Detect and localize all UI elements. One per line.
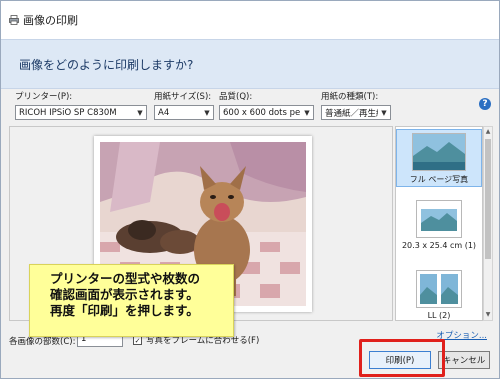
paper-type-field: 用紙の種類(T): 普通紙／再生紙 ▼ bbox=[321, 91, 391, 120]
callout-line-1: プリンターの型式や枚数の bbox=[50, 271, 201, 286]
layout-scrollbar[interactable]: ▲ ▼ bbox=[483, 126, 493, 321]
chevron-down-icon: ▼ bbox=[301, 106, 313, 119]
printer-label: プリンター(P): bbox=[15, 92, 73, 102]
paper-type-select[interactable]: 普通紙／再生紙 ▼ bbox=[321, 105, 391, 120]
title-bar: 画像の印刷 bbox=[1, 1, 499, 39]
callout-line-3: 再度「印刷」を押します。 bbox=[50, 303, 199, 318]
layout-caption: 20.3 x 25.4 cm (1) bbox=[401, 241, 477, 250]
dialog-question: 画像をどのように印刷しますか? bbox=[19, 57, 194, 72]
paper-type-label: 用紙の種類(T): bbox=[321, 92, 379, 102]
quality-label: 品質(Q): bbox=[219, 92, 253, 102]
chevron-down-icon: ▼ bbox=[378, 106, 390, 119]
instruction-callout: プリンターの型式や枚数の 確認画面が表示されます。 再度「印刷」を押します。 bbox=[29, 264, 234, 337]
layout-thumbnail bbox=[412, 133, 466, 171]
help-icon[interactable]: ? bbox=[479, 98, 491, 110]
quality-field: 品質(Q): 600 x 600 dots per ir ▼ bbox=[219, 91, 314, 120]
printer-icon bbox=[9, 15, 19, 25]
layout-thumbnail bbox=[416, 200, 462, 238]
layout-item-ll[interactable]: LL (2) bbox=[396, 267, 482, 320]
header-band: 画像をどのように印刷しますか? bbox=[1, 39, 499, 89]
print-pictures-dialog: 画像の印刷 画像をどのように印刷しますか? プリンター(P): RICOH IP… bbox=[0, 0, 500, 379]
scroll-down-icon[interactable]: ▼ bbox=[484, 310, 492, 320]
chevron-down-icon: ▼ bbox=[201, 106, 213, 119]
printer-select[interactable]: RICOH IPSiO SP C830M ▼ bbox=[15, 105, 147, 120]
layout-caption: LL (2) bbox=[427, 311, 451, 320]
paper-size-field: 用紙サイズ(S): A4 ▼ bbox=[154, 91, 214, 120]
print-button-highlight bbox=[359, 339, 445, 377]
printer-field: プリンター(P): RICOH IPSiO SP C830M ▼ bbox=[15, 91, 147, 120]
chevron-down-icon: ▼ bbox=[134, 106, 146, 119]
quality-value: 600 x 600 dots per ir bbox=[223, 107, 313, 118]
cancel-button[interactable]: キャンセル bbox=[438, 351, 490, 369]
quality-select[interactable]: 600 x 600 dots per ir ▼ bbox=[219, 105, 314, 120]
scrollbar-thumb[interactable] bbox=[485, 139, 491, 259]
layout-list[interactable]: フル ページ写真 20.3 x 25.4 cm (1) LL (2) bbox=[395, 126, 483, 321]
paper-size-select[interactable]: A4 ▼ bbox=[154, 105, 214, 120]
layout-item-20x25[interactable]: 20.3 x 25.4 cm (1) bbox=[396, 197, 482, 255]
window-title: 画像の印刷 bbox=[23, 14, 78, 27]
layout-caption: フル ページ写真 bbox=[409, 175, 469, 184]
layout-item-full-page[interactable]: フル ページ写真 bbox=[396, 129, 482, 187]
paper-type-value: 普通紙／再生紙 bbox=[325, 108, 385, 119]
scroll-up-icon[interactable]: ▲ bbox=[484, 127, 492, 137]
paper-size-label: 用紙サイズ(S): bbox=[154, 92, 212, 102]
callout-line-2: 確認画面が表示されます。 bbox=[50, 287, 199, 302]
printer-value: RICOH IPSiO SP C830M bbox=[19, 107, 117, 118]
settings-row: プリンター(P): RICOH IPSiO SP C830M ▼ 用紙サイズ(S… bbox=[1, 91, 499, 123]
paper-size-value: A4 bbox=[158, 107, 170, 118]
layout-thumbnail bbox=[416, 270, 462, 308]
